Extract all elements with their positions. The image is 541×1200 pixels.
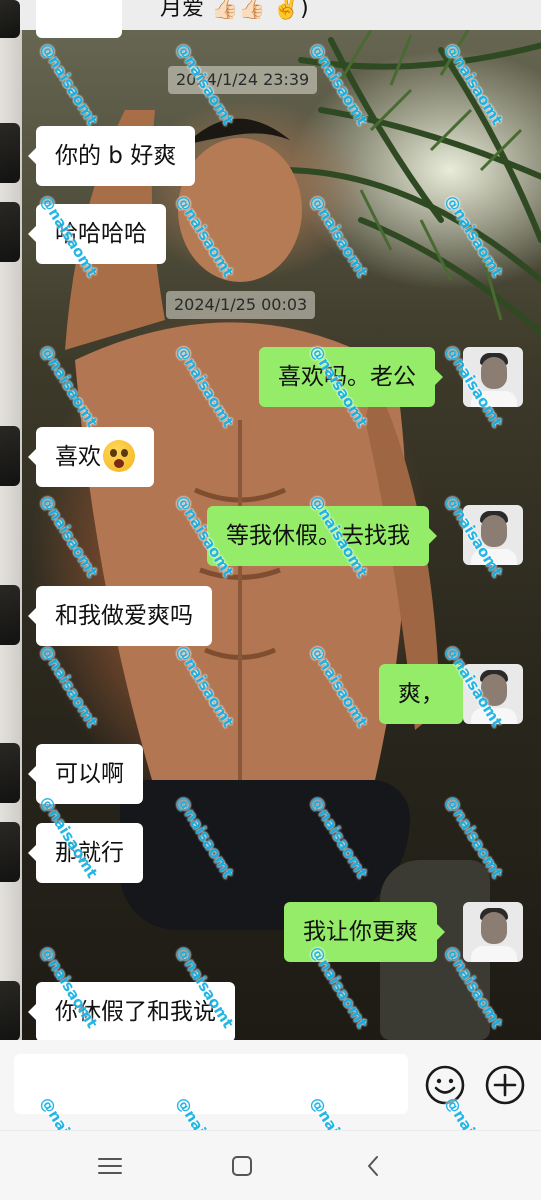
chat-title: 月爱 👍🏻👍🏻 ✌️) [160, 0, 309, 21]
contact-avatar[interactable] [0, 585, 20, 645]
astonished-face-emoji-icon [103, 439, 135, 472]
message-text: 喜欢 [55, 444, 101, 470]
system-navigation-bar [0, 1130, 541, 1200]
message-bubble-outgoing[interactable]: 爽， [379, 664, 471, 724]
message-bubble-partial[interactable] [36, 0, 122, 38]
contact-avatar[interactable] [0, 426, 20, 486]
contact-avatar[interactable] [0, 822, 20, 882]
message-bubble-incoming[interactable]: 和我做爱爽吗 [28, 586, 212, 646]
message-input[interactable] [14, 1054, 408, 1114]
message-bubble-incoming[interactable]: 喜欢 [28, 427, 154, 487]
contact-avatar[interactable] [0, 743, 20, 803]
home-square-icon[interactable] [226, 1151, 258, 1181]
contact-avatar[interactable] [0, 123, 20, 183]
contact-avatar[interactable] [0, 0, 20, 38]
back-chevron-icon[interactable] [358, 1151, 390, 1181]
contact-avatar[interactable] [0, 981, 20, 1041]
contact-avatar[interactable] [0, 202, 20, 262]
user-avatar[interactable] [463, 902, 523, 962]
message-bubble-incoming[interactable]: 你的 b 好爽 [27, 126, 196, 186]
message-timestamp: 2024/1/25 00:03 [166, 291, 316, 319]
menu-icon[interactable] [94, 1151, 126, 1181]
plus-circle-icon[interactable] [484, 1064, 526, 1106]
